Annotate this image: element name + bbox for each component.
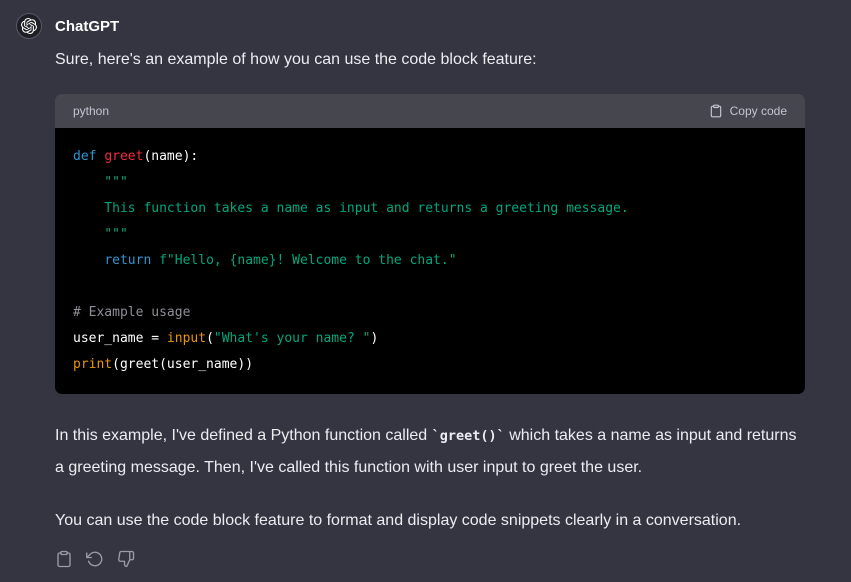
copy-code-button[interactable]: Copy code <box>709 104 787 118</box>
code-line: """ <box>73 222 787 248</box>
code-line: This function takes a name as input and … <box>73 196 787 222</box>
regenerate-button[interactable] <box>86 550 104 568</box>
paragraph-2: You can use the code block feature to fo… <box>55 505 805 536</box>
code-line: user_name = input("What's your name? ") <box>73 326 787 352</box>
code-block: python Copy code def greet(name): """ Th… <box>55 94 805 394</box>
copy-code-label: Copy code <box>730 104 787 118</box>
clipboard-icon <box>55 550 73 568</box>
assistant-message: ChatGPT Sure, here's an example of how y… <box>16 12 805 568</box>
openai-logo-icon <box>21 18 37 34</box>
code-line: """ <box>73 170 787 196</box>
paragraph-1: In this example, I've defined a Python f… <box>55 420 805 483</box>
code-line: print(greet(user_name)) <box>73 352 787 378</box>
chatgpt-avatar <box>16 13 42 39</box>
message-header: ChatGPT <box>16 12 805 40</box>
code-line: return f"Hello, {name}! Welcome to the c… <box>73 248 787 274</box>
code-language-label: python <box>73 104 109 118</box>
code-line: # Example usage <box>73 300 787 326</box>
rotate-ccw-icon <box>86 550 104 568</box>
code-block-header: python Copy code <box>55 94 805 128</box>
thumbs-down-button[interactable] <box>117 550 135 568</box>
clipboard-icon <box>709 104 723 118</box>
code-line: def greet(name): <box>73 144 787 170</box>
message-actions <box>55 550 805 568</box>
code-line <box>73 274 787 300</box>
intro-paragraph: Sure, here's an example of how you can u… <box>55 46 805 74</box>
sender-name: ChatGPT <box>55 18 119 35</box>
thumbs-down-icon <box>117 550 135 568</box>
message-content: Sure, here's an example of how you can u… <box>55 46 805 568</box>
code-content: def greet(name): """ This function takes… <box>55 128 805 394</box>
copy-response-button[interactable] <box>55 550 73 568</box>
